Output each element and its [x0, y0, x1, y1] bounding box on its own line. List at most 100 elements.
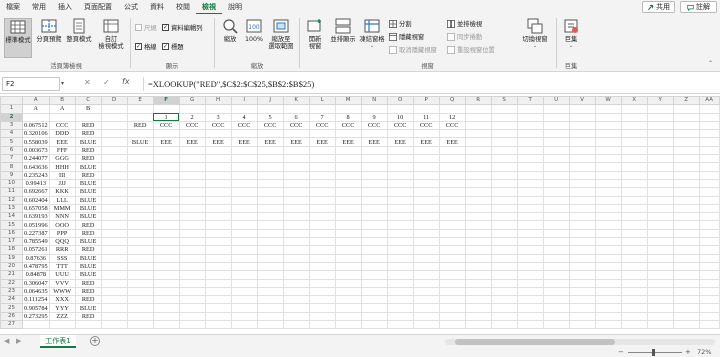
cell[interactable] — [126, 129, 154, 139]
cell[interactable] — [282, 187, 310, 197]
cell[interactable] — [646, 319, 674, 330]
cell[interactable] — [178, 104, 206, 114]
cell[interactable] — [646, 112, 674, 122]
cell[interactable] — [256, 270, 284, 280]
column-header[interactable]: J — [256, 96, 284, 106]
cell[interactable]: BLUE — [74, 162, 102, 172]
cell[interactable] — [386, 154, 414, 164]
cell[interactable] — [568, 303, 596, 313]
cell[interactable]: BLUE — [74, 303, 102, 313]
cell[interactable] — [594, 261, 622, 272]
cell[interactable] — [490, 187, 518, 197]
menu-tab[interactable]: 說明 — [222, 0, 248, 14]
cell[interactable] — [282, 303, 310, 313]
cell[interactable] — [594, 145, 622, 156]
cell[interactable] — [126, 245, 154, 255]
cell[interactable] — [516, 154, 544, 164]
cell[interactable] — [516, 120, 544, 131]
cell[interactable]: CCC — [360, 120, 388, 131]
cell[interactable] — [100, 154, 128, 164]
cell[interactable]: ZZZ — [48, 311, 76, 322]
cell[interactable] — [516, 178, 544, 189]
cell[interactable] — [126, 195, 154, 205]
cell[interactable]: 0.320106 — [22, 129, 50, 139]
cell[interactable] — [542, 195, 570, 205]
column-header[interactable]: V — [568, 96, 596, 106]
cell[interactable] — [490, 162, 518, 172]
cell[interactable] — [230, 195, 258, 205]
cell[interactable] — [620, 145, 648, 156]
cell[interactable] — [438, 295, 466, 305]
name-box[interactable]: F2 — [2, 77, 60, 91]
row-header[interactable]: 8 — [0, 162, 23, 172]
cell[interactable] — [256, 253, 284, 263]
cell[interactable]: BLUE — [126, 137, 154, 147]
cell[interactable] — [672, 303, 700, 313]
cell[interactable]: KKK — [48, 187, 76, 197]
cell[interactable] — [256, 212, 284, 222]
cell[interactable]: UUU — [48, 270, 76, 280]
cell[interactable] — [412, 162, 440, 172]
cell[interactable] — [672, 212, 700, 222]
cell[interactable] — [516, 145, 544, 156]
cell[interactable] — [360, 237, 388, 247]
cell[interactable] — [490, 154, 518, 164]
cell[interactable] — [464, 286, 492, 297]
cell[interactable] — [256, 245, 284, 255]
cell[interactable] — [646, 245, 674, 255]
cell[interactable] — [698, 178, 720, 189]
hide-window-button[interactable]: 隱藏視窗 — [389, 32, 424, 41]
cell[interactable] — [646, 195, 674, 205]
cell[interactable] — [698, 319, 720, 330]
cell[interactable] — [620, 295, 648, 305]
cell[interactable] — [282, 162, 310, 172]
cell[interactable] — [672, 261, 700, 272]
cell[interactable] — [438, 145, 466, 156]
cell[interactable] — [308, 170, 336, 180]
cell[interactable] — [464, 311, 492, 322]
cell[interactable] — [308, 104, 336, 114]
cell[interactable] — [126, 295, 154, 305]
cell[interactable] — [490, 137, 518, 147]
cell[interactable] — [646, 295, 674, 305]
cell[interactable]: BLUE — [74, 237, 102, 247]
cell[interactable] — [282, 253, 310, 263]
cell[interactable] — [100, 261, 128, 272]
cell[interactable] — [568, 319, 596, 330]
cell[interactable] — [308, 295, 336, 305]
cell[interactable] — [204, 261, 232, 272]
cell[interactable] — [412, 178, 440, 189]
cell[interactable] — [256, 178, 284, 189]
column-header[interactable]: W — [594, 96, 622, 106]
cell[interactable] — [542, 311, 570, 322]
cell[interactable] — [204, 245, 232, 255]
cell[interactable] — [542, 187, 570, 197]
cell[interactable]: CCC — [152, 120, 180, 131]
cell[interactable] — [334, 311, 362, 322]
cell[interactable]: A — [22, 104, 50, 114]
column-header[interactable]: Q — [438, 96, 466, 106]
cell[interactable] — [152, 319, 180, 330]
cell[interactable]: RED — [74, 154, 102, 164]
cell[interactable]: 12 — [438, 112, 466, 122]
cell[interactable] — [100, 311, 128, 322]
cell[interactable] — [334, 295, 362, 305]
cell[interactable] — [490, 237, 518, 247]
cell[interactable] — [360, 286, 388, 297]
cell[interactable] — [100, 129, 128, 139]
cell[interactable] — [568, 120, 596, 131]
cell[interactable] — [464, 178, 492, 189]
cell[interactable]: RED — [74, 311, 102, 322]
cell[interactable]: RED — [74, 245, 102, 255]
cell[interactable] — [126, 104, 154, 114]
cell[interactable] — [204, 278, 232, 288]
cell[interactable] — [568, 295, 596, 305]
column-header[interactable]: G — [178, 96, 206, 106]
cell[interactable] — [360, 253, 388, 263]
cell[interactable] — [464, 261, 492, 272]
cell[interactable] — [178, 270, 206, 280]
cell[interactable] — [100, 245, 128, 255]
cell[interactable] — [230, 245, 258, 255]
column-header[interactable]: M — [334, 96, 362, 106]
cell[interactable] — [256, 129, 284, 139]
